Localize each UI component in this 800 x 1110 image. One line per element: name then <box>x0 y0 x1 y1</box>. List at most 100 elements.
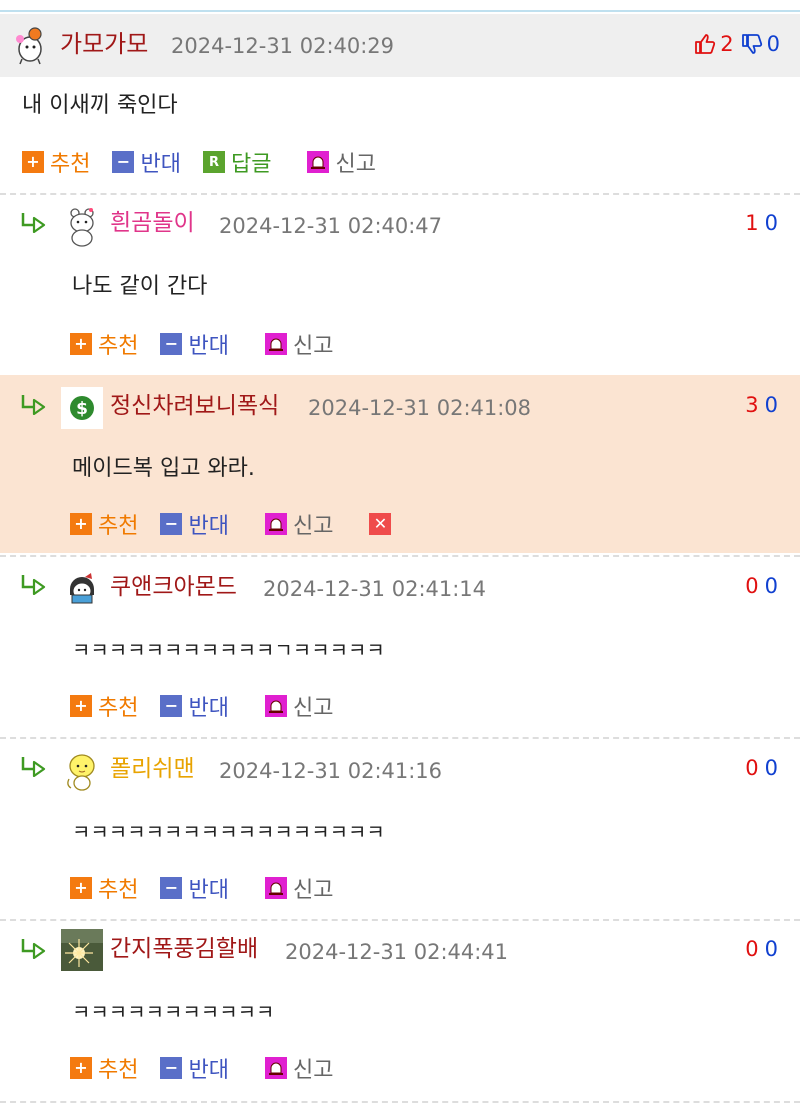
comment-recommend-count: 1 <box>745 211 759 235</box>
siren-icon <box>264 1057 287 1079</box>
oppose-label: 반대 <box>188 514 229 539</box>
comment-oppose-count: 0 <box>764 393 778 417</box>
oppose-button[interactable]: − 반대 <box>160 508 229 540</box>
comment-text: ㅋㅋㅋㅋㅋㅋㅋㅋㅋㅋㅋㄱㅋㅋㅋㅋㅋ <box>72 638 385 662</box>
comment-author-nickname[interactable]: 정신차려보니폭식 <box>110 392 279 420</box>
plus-icon: + <box>70 513 92 535</box>
reading-girl-avatar-icon[interactable] <box>61 567 103 609</box>
comment-vote-counts: 30 <box>745 391 778 419</box>
siren-icon <box>264 695 287 717</box>
comment-recommend-count: 0 <box>745 756 759 780</box>
comment-actions: + 추천 − 반대 신고 <box>70 329 355 359</box>
minus-icon: − <box>160 877 183 899</box>
plus-icon: + <box>70 877 92 899</box>
comment-actions: + 추천 − 반대 신고 <box>70 691 355 721</box>
recommend-label: 추천 <box>98 696 139 721</box>
comment-text: ㅋㅋㅋㅋㅋㅋㅋㅋㅋㅋㅋㅋㅋㅋㅋㅋㅋ <box>72 820 385 844</box>
plus-icon: + <box>70 1057 92 1079</box>
report-button[interactable]: 신고 <box>264 872 334 904</box>
comment-item: 흰곰돌이 2024-12-31 02:40:47 10 나도 같이 간다 + 추천… <box>0 195 800 373</box>
recommend-label: 추천 <box>50 152 91 177</box>
oppose-label: 반대 <box>188 1058 229 1083</box>
oppose-label: 반대 <box>188 334 229 359</box>
plus-icon: + <box>70 333 92 355</box>
siren-icon <box>264 513 287 535</box>
oppose-button[interactable]: − 반대 <box>160 328 229 360</box>
comment-vote-counts: 00 <box>745 935 778 963</box>
siren-icon <box>264 333 287 355</box>
comment-date: 2024-12-31 02:41:16 <box>219 759 443 783</box>
report-label: 신고 <box>292 334 334 359</box>
comment-oppose-count: 0 <box>764 574 778 598</box>
report-button[interactable]: 신고 <box>264 690 334 722</box>
minus-icon: − <box>160 1057 183 1079</box>
comment-author-nickname[interactable]: 간지폭풍김할배 <box>110 935 258 963</box>
post-author-nickname[interactable]: 가모가모 <box>60 30 148 58</box>
report-button[interactable]: 신고 <box>264 1052 333 1084</box>
white-bear-avatar-icon[interactable] <box>61 205 103 247</box>
recommend-button[interactable]: + 추천 <box>70 1052 138 1084</box>
comment-recommend-count: 3 <box>745 393 759 417</box>
siren-icon <box>307 151 330 173</box>
oppose-button[interactable]: − 반대 <box>160 690 229 722</box>
oppose-button[interactable]: − 반대 <box>160 872 229 904</box>
post-upvote-count: 2 <box>720 32 734 56</box>
report-label: 신고 <box>292 878 334 903</box>
comment-recommend-count: 0 <box>745 937 759 961</box>
divider <box>0 1101 800 1103</box>
minus-icon: − <box>112 151 135 173</box>
comment-author-nickname[interactable]: 흰곰돌이 <box>110 209 195 237</box>
reply-icon: R <box>202 151 225 173</box>
oppose-label: 반대 <box>188 696 229 721</box>
comment-vote-counts: 10 <box>745 209 778 237</box>
comment-item: $ 정신차려보니폭식 2024-12-31 02:41:08 30 메이드복 입… <box>0 375 800 553</box>
top-border <box>0 0 800 12</box>
sparkle-photo-avatar-icon[interactable] <box>61 929 103 971</box>
oppose-label: 반대 <box>188 878 229 903</box>
yellow-character-avatar-icon[interactable] <box>61 749 103 791</box>
siren-icon <box>264 877 287 899</box>
post-body-text: 내 이새끼 죽인다 <box>22 93 178 118</box>
oppose-button[interactable]: − 반대 <box>112 146 181 178</box>
dollar-coin-avatar-icon[interactable]: $ <box>61 387 103 429</box>
comment-date: 2024-12-31 02:41:14 <box>263 577 487 601</box>
recommend-button[interactable]: + 추천 <box>70 508 138 540</box>
recommend-label: 추천 <box>98 878 139 903</box>
report-button[interactable]: 신고 <box>307 146 376 178</box>
oppose-button[interactable]: − 반대 <box>160 1052 229 1084</box>
reply-label: 답글 <box>230 152 272 177</box>
reply-arrow-icon <box>21 939 46 959</box>
recommend-button[interactable]: + 추천 <box>70 872 138 904</box>
hamster-avatar-icon[interactable] <box>10 25 50 65</box>
reply-arrow-icon <box>21 757 46 777</box>
comment-item: 폴리쉬맨 2024-12-31 02:41:16 00 ㅋㅋㅋㅋㅋㅋㅋㅋㅋㅋㅋㅋ… <box>0 739 800 917</box>
comment-item: 쿠앤크아몬드 2024-12-31 02:41:14 00 ㅋㅋㅋㅋㅋㅋㅋㅋㅋㅋ… <box>0 557 800 735</box>
delete-button[interactable]: ✕ <box>369 513 397 535</box>
recommend-label: 추천 <box>98 334 139 359</box>
oppose-label: 반대 <box>140 152 181 177</box>
plus-icon: + <box>22 151 44 173</box>
recommend-button[interactable]: + 추천 <box>70 690 138 722</box>
thumbs-up-icon <box>695 34 716 54</box>
report-label: 신고 <box>292 514 334 539</box>
comment-text: 메이드복 입고 와라. <box>72 456 255 481</box>
minus-icon: − <box>160 333 183 355</box>
report-label: 신고 <box>335 152 376 177</box>
comment-actions: + 추천 − 반대 신고 <box>70 873 355 903</box>
comment-item: 간지폭풍김할배 2024-12-31 02:44:41 00 ㅋㅋㅋㅋㅋㅋㅋㅋㅋ… <box>0 921 800 1099</box>
report-button[interactable]: 신고 <box>264 328 334 360</box>
thumbs-down-icon <box>741 34 762 54</box>
comment-date: 2024-12-31 02:40:47 <box>219 214 443 238</box>
report-label: 신고 <box>292 696 334 721</box>
reply-arrow-icon <box>21 575 46 595</box>
comment-author-nickname[interactable]: 쿠앤크아몬드 <box>110 573 237 601</box>
comment-text: 나도 같이 간다 <box>72 274 208 299</box>
comment-author-nickname[interactable]: 폴리쉬맨 <box>110 755 195 783</box>
post-downvote-count: 0 <box>766 32 780 56</box>
comment-actions: + 추천 − 반대 신고 ✕ <box>70 509 419 539</box>
report-button[interactable]: 신고 <box>264 508 334 540</box>
recommend-button[interactable]: + 추천 <box>22 146 90 178</box>
recommend-button[interactable]: + 추천 <box>70 328 138 360</box>
comment-date: 2024-12-31 02:41:08 <box>308 396 532 420</box>
reply-button[interactable]: R 답글 <box>202 146 272 178</box>
